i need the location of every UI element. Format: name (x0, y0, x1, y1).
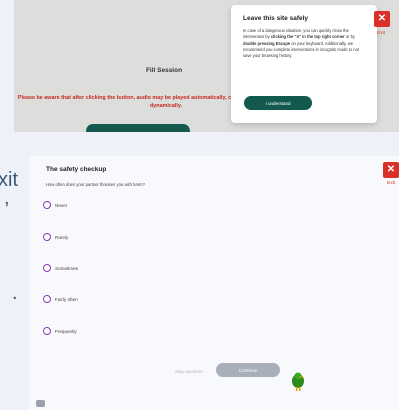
radio-button[interactable] (43, 264, 51, 272)
close-icon: ✕ (386, 164, 396, 175)
option-label: Frequently (55, 328, 77, 334)
exit-label: Exit (377, 31, 385, 36)
radio-button[interactable] (43, 233, 51, 241)
leave-safely-modal: Leave this site safely In case of a dang… (231, 5, 377, 123)
continue-button[interactable]: Continue (216, 363, 280, 377)
exit-button[interactable]: ✕ (383, 162, 399, 178)
bird-cursor-icon (292, 372, 304, 391)
option-fairly-often[interactable]: Fairly often (43, 295, 78, 303)
option-frequently[interactable]: Frequently (43, 327, 77, 335)
skip-question-link[interactable]: Skip question (175, 369, 203, 374)
top-screenshot: Fill Session Please be aware that after … (14, 0, 399, 132)
modal-body: In case of a dangerous situation, you ca… (243, 28, 367, 59)
radio-button[interactable] (43, 201, 51, 209)
option-label: Rarely (55, 234, 69, 240)
bottom-screenshot: The safety checkup How often does your p… (29, 156, 399, 410)
exit-label: Exit (387, 181, 395, 186)
slide-text-fragment: , (4, 187, 10, 209)
radio-button[interactable] (43, 327, 51, 335)
modal-title: Leave this site safely (243, 15, 309, 22)
exit-button[interactable]: ✕ (374, 11, 390, 27)
modal-body-text: or by (344, 34, 355, 40)
option-label: Sometimes (55, 265, 78, 271)
chat-icon[interactable] (36, 400, 45, 407)
option-sometimes[interactable]: Sometimes (43, 264, 78, 272)
option-never[interactable]: Never (43, 201, 67, 209)
question-text: How often does your partner threaten you… (46, 182, 145, 187)
close-icon: ✕ (377, 13, 387, 24)
option-rarely[interactable]: Rarely (43, 233, 68, 241)
page-title: The safety checkup (46, 166, 107, 173)
start-session-button[interactable] (86, 124, 190, 132)
option-label: Never (55, 202, 68, 208)
modal-body-bold: double pressing Escape (243, 40, 291, 46)
radio-button[interactable] (43, 295, 51, 303)
option-label: Fairly often (55, 296, 78, 302)
slide-text-fragment: . (12, 282, 18, 304)
i-understand-button[interactable]: I understand (244, 96, 312, 110)
modal-body-bold: clicking the "X" in the top right corner (270, 34, 345, 40)
